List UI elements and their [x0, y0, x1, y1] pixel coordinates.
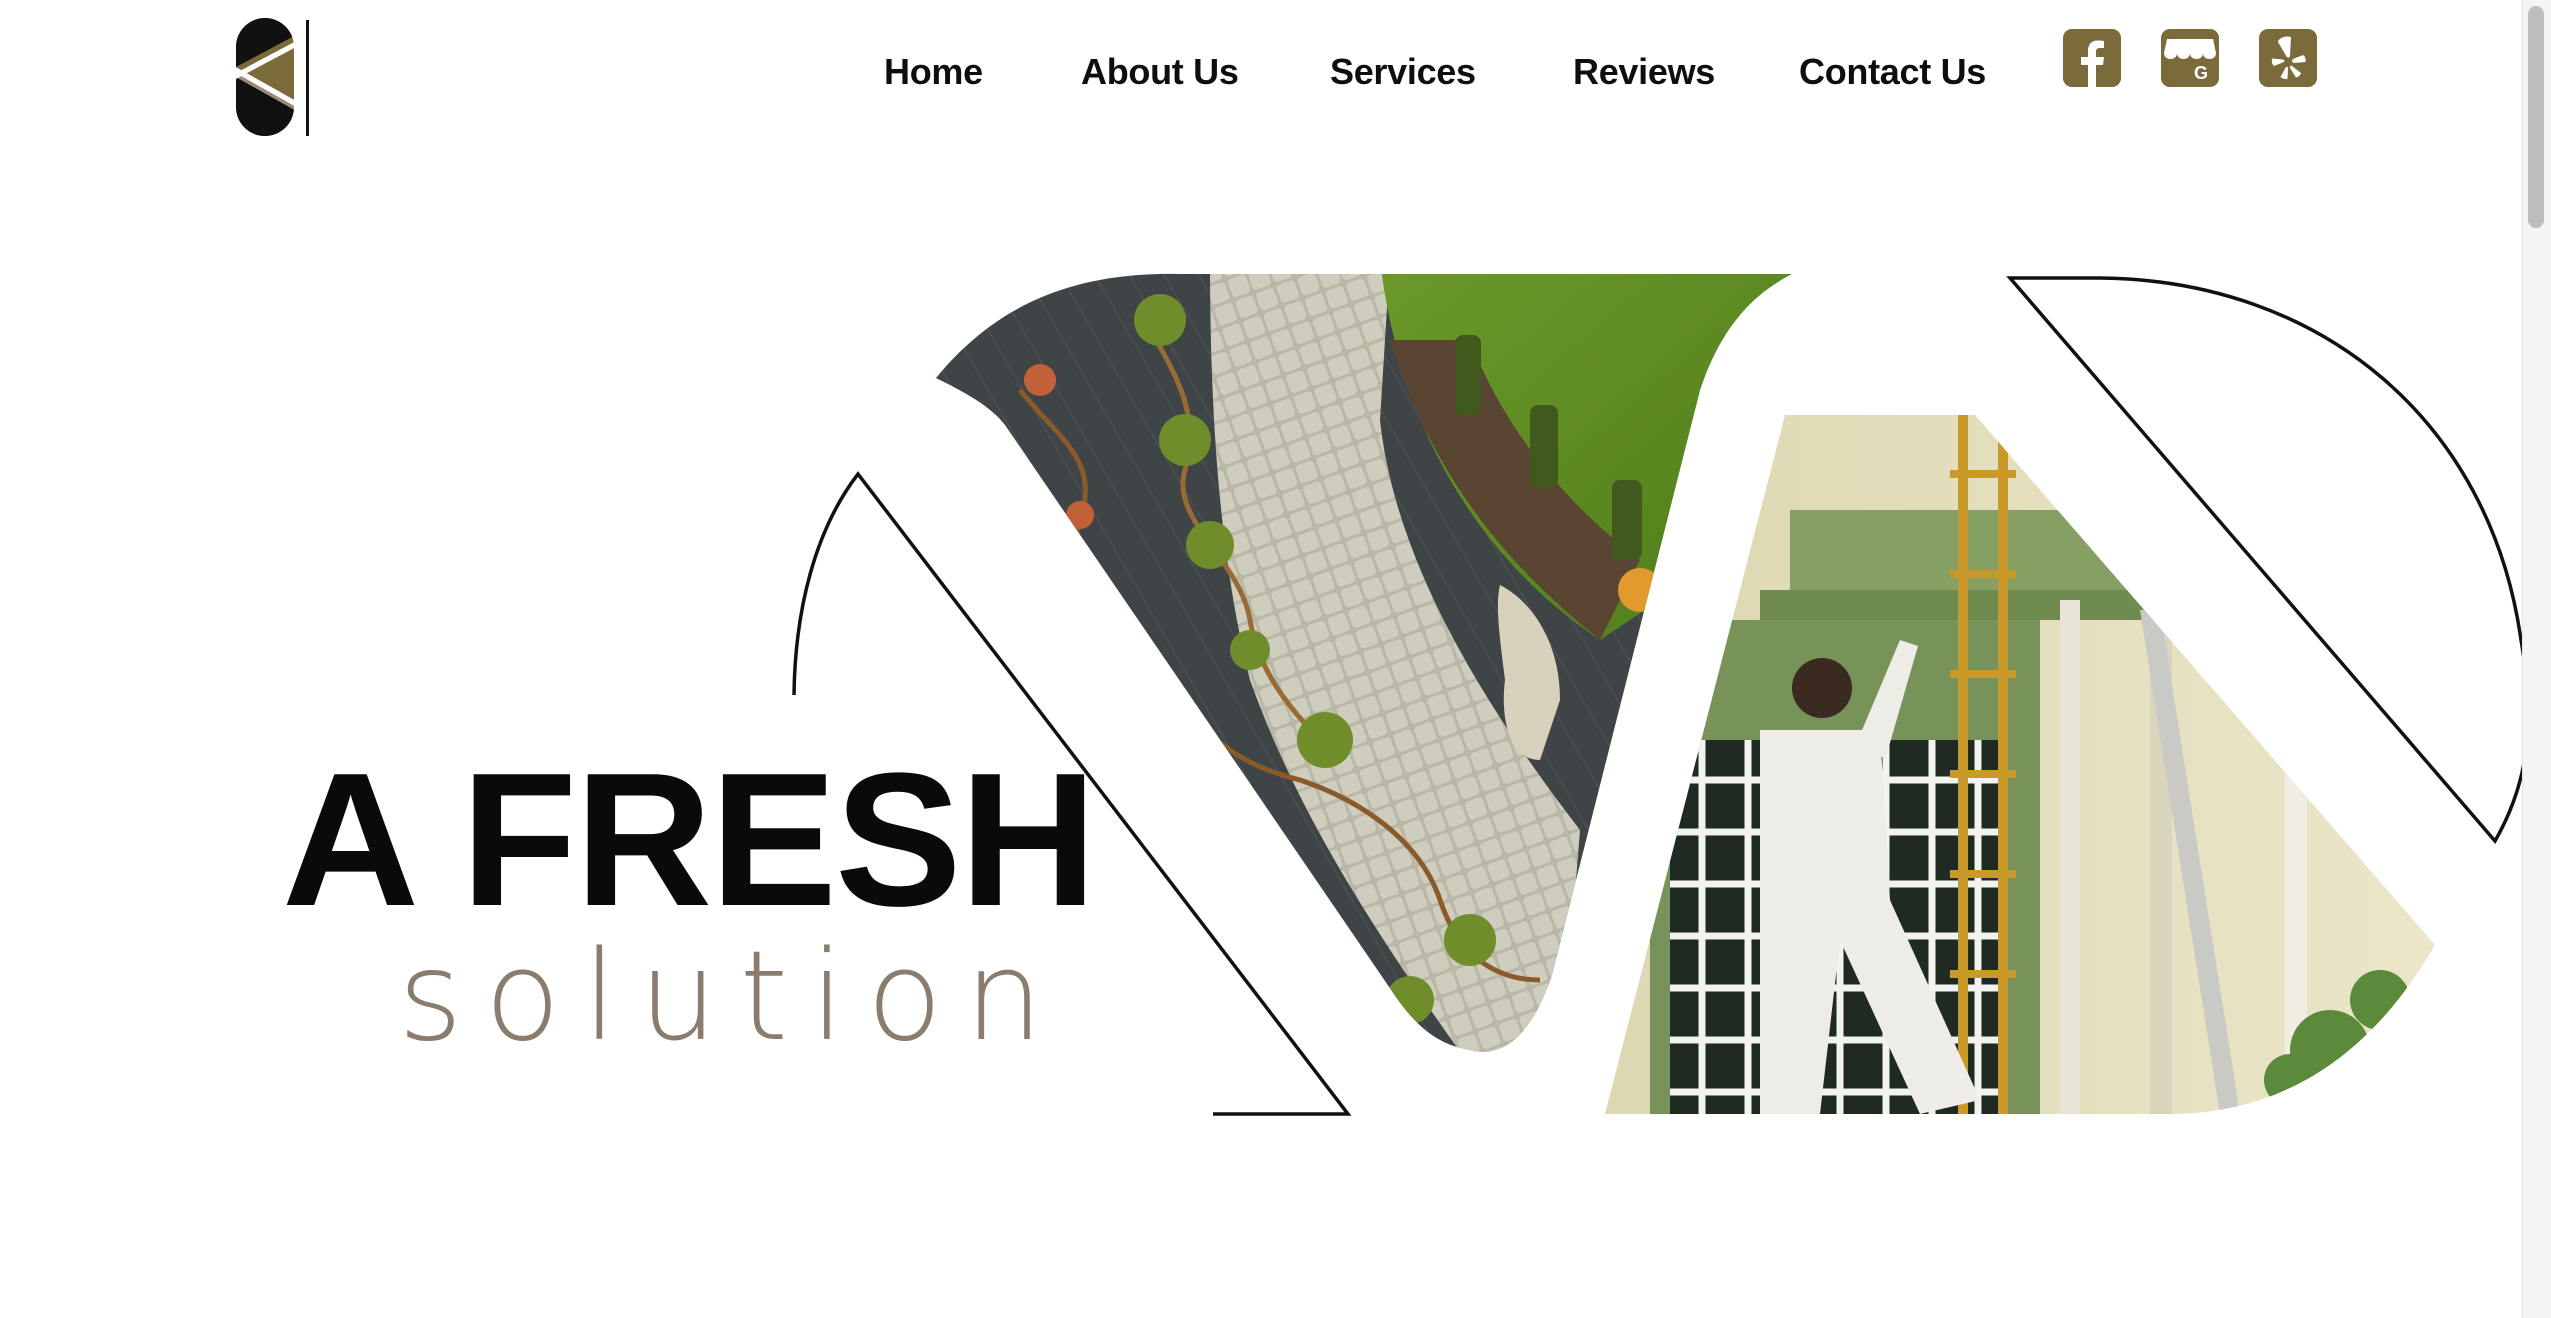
painting-photo [1605, 415, 2435, 1114]
hero-headline: A FRESH [282, 734, 1097, 946]
hero-graphic [792, 273, 2531, 1116]
scrollbar-thumb[interactable] [2528, 6, 2544, 228]
hero-subline: solution [398, 925, 1066, 1069]
